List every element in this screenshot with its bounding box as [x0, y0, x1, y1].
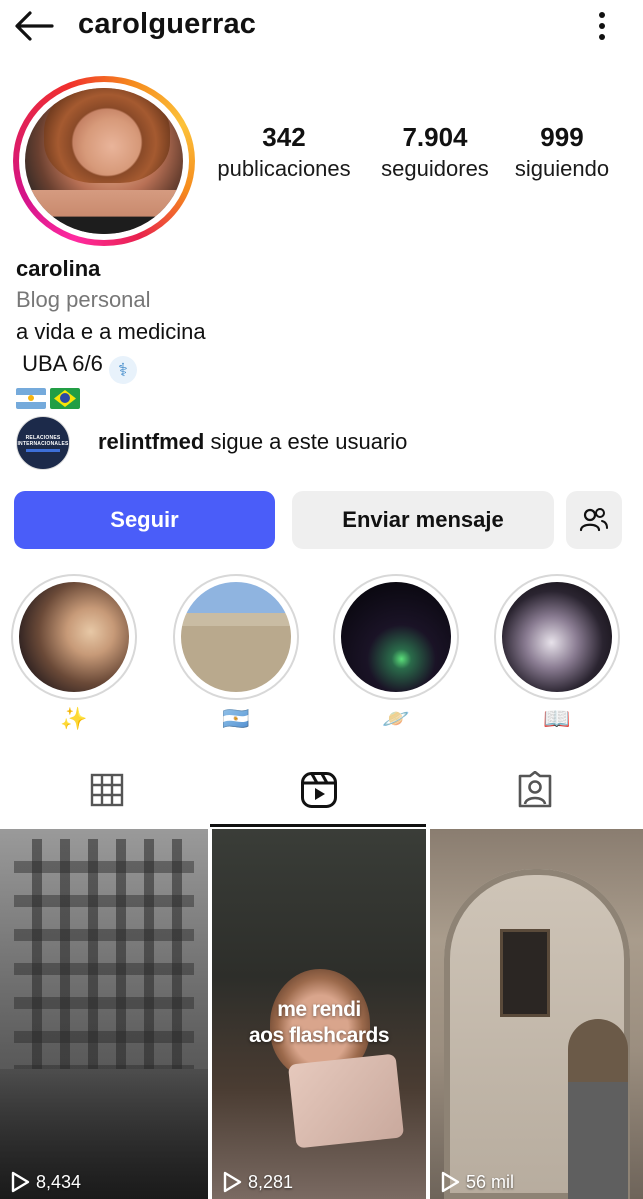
active-tab-indicator	[210, 824, 426, 827]
play-icon	[441, 1171, 460, 1193]
stat-posts[interactable]: 342 publicaciones	[204, 120, 364, 184]
reel-overlay-line-1: me rendi	[277, 998, 361, 1021]
reel-tile-2[interactable]: me rendi aos flashcards 8,281	[212, 829, 426, 1199]
stat-followers-value: 7.904	[402, 122, 468, 152]
brazil-flag-icon	[50, 388, 80, 409]
stat-following[interactable]: 999 siguiendo	[506, 120, 618, 184]
mutual-avatar-text-2: INTERNACIONALES	[17, 440, 69, 447]
tab-reels[interactable]	[212, 752, 426, 828]
profile-avatar	[25, 88, 183, 234]
profile-header: carolguerrac	[0, 0, 643, 56]
highlight-title-3: 🪐	[382, 706, 410, 731]
mutual-follower[interactable]: RELACIONES INTERNACIONALES relintfmed si…	[16, 416, 616, 472]
back-button[interactable]	[12, 6, 56, 46]
more-options-button[interactable]	[581, 8, 623, 44]
reel-views-count-3: 56 mil	[466, 1171, 515, 1192]
story-highlight-1[interactable]: ✨	[11, 574, 137, 734]
stat-following-value: 999	[540, 122, 584, 152]
mutual-follower-text: relintfmed sigue a este usuario	[98, 428, 407, 456]
story-highlight-4[interactable]: 📖	[494, 574, 620, 734]
argentina-flag-icon	[16, 388, 46, 409]
message-button[interactable]: Enviar mensaje	[292, 491, 554, 549]
profile-avatar-story-ring[interactable]	[13, 76, 195, 246]
reels-icon	[301, 772, 337, 808]
reel-views-3: 56 mil	[440, 1171, 514, 1193]
highlight-cover-1	[19, 582, 129, 692]
bio-line-2-text: UBA 6/6	[16, 351, 103, 376]
profile-username: carolguerrac	[78, 8, 257, 40]
more-vertical-icon	[599, 12, 605, 40]
play-icon	[223, 1171, 242, 1193]
bio-flags	[16, 388, 616, 409]
add-people-icon	[579, 508, 608, 532]
reel-overlay-line-2: aos flashcards	[248, 1024, 390, 1047]
tab-posts-grid[interactable]	[0, 752, 214, 828]
stat-posts-value: 342	[262, 122, 306, 152]
highlight-title-1: ✨	[60, 706, 88, 731]
story-highlight-3[interactable]: 🪐	[333, 574, 459, 734]
mutual-follower-avatar: RELACIONES INTERNACIONALES	[16, 416, 70, 470]
reel-views-count-1: 8,434	[36, 1171, 82, 1192]
mutual-follower-suffix: sigue a este usuario	[204, 429, 408, 454]
stat-posts-label: publicaciones	[217, 156, 351, 181]
tab-tagged[interactable]	[428, 752, 642, 828]
profile-stats: 342 publicaciones 7.904 seguidores 999 s…	[200, 120, 630, 192]
mutual-follower-username[interactable]: relintfmed	[98, 429, 204, 454]
reel-tile-3[interactable]: 56 mil	[430, 829, 643, 1199]
stat-followers-label: seguidores	[381, 156, 489, 181]
suggested-users-button[interactable]	[566, 491, 622, 549]
profile-tabs	[0, 752, 643, 828]
follow-button[interactable]: Seguir	[14, 491, 275, 549]
highlight-title-4: 📖	[543, 706, 571, 731]
medical-emoji-icon: ⚕	[108, 356, 137, 384]
arrow-left-icon	[15, 11, 54, 41]
highlight-cover-3	[341, 582, 451, 692]
grid-icon	[90, 773, 124, 807]
reel-overlay-text-2: me rendi aos flashcards	[212, 997, 426, 1049]
bio-line-2: UBA 6/6 ⚕	[16, 348, 616, 384]
stat-following-label: siguiendo	[514, 156, 610, 181]
profile-name: carolina	[16, 256, 101, 281]
highlight-cover-2	[181, 582, 291, 692]
reel-views-2: 8,281	[222, 1171, 293, 1193]
tagged-user-icon	[518, 771, 552, 808]
reel-tile-1[interactable]: 8,434	[0, 829, 208, 1199]
reel-views-1: 8,434	[10, 1171, 81, 1193]
highlight-title-2: 🇦🇷	[222, 706, 250, 731]
play-icon	[11, 1171, 30, 1193]
profile-bio: carolina Blog personal a vida e a medici…	[16, 254, 616, 409]
stat-followers[interactable]: 7.904 seguidores	[372, 120, 498, 184]
highlight-cover-4	[502, 582, 612, 692]
bio-line-1: a vida e a medicina	[16, 319, 206, 344]
story-highlight-2[interactable]: 🇦🇷	[173, 574, 299, 734]
reel-views-count-2: 8,281	[248, 1171, 294, 1192]
profile-category: Blog personal	[16, 287, 151, 312]
